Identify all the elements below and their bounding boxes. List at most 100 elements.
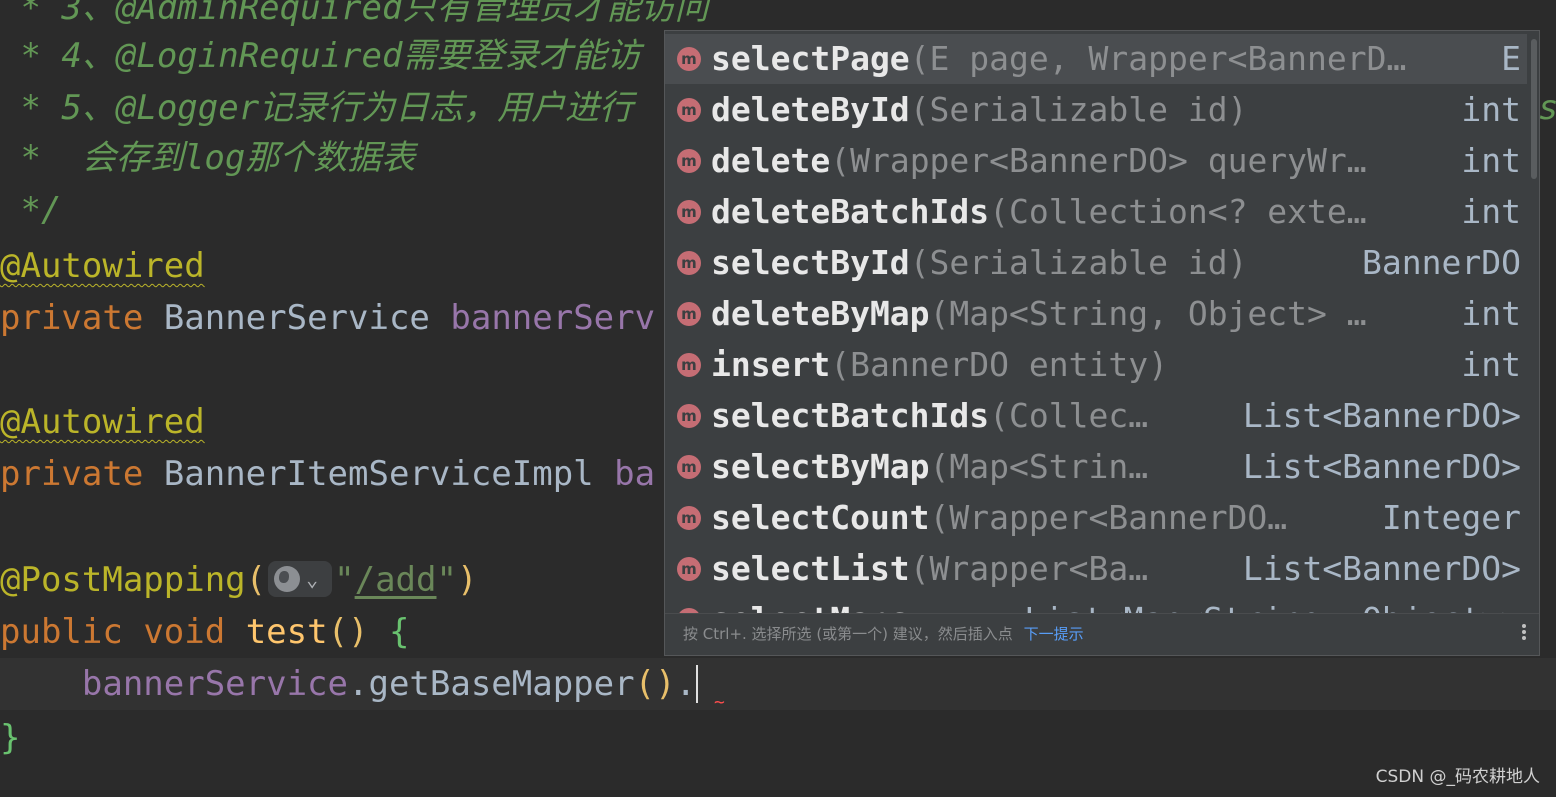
code-line-banner-item: private BannerItemServiceImpl ba bbox=[0, 448, 655, 500]
text-caret bbox=[696, 664, 699, 703]
completion-method-name: selectById bbox=[711, 243, 910, 282]
code-line-comment-3: * 3、@AdminRequired只有管理员才能访问 bbox=[0, 0, 708, 34]
completion-item[interactable]: m selectCount(Wrapper<BannerDO… Integer bbox=[665, 493, 1527, 543]
method-icon: m bbox=[677, 302, 701, 326]
completion-method-name: selectCount bbox=[711, 498, 930, 537]
method-icon: m bbox=[677, 47, 701, 71]
completion-scrollbar[interactable] bbox=[1531, 39, 1537, 179]
method-icon: m bbox=[677, 200, 701, 224]
completion-item[interactable]: m deleteBatchIds(Collection<? exte… int bbox=[665, 187, 1527, 237]
completion-signature: delete(Wrapper<BannerDO> queryWr… bbox=[711, 136, 1367, 186]
chevron-down-icon: ⌄ bbox=[306, 566, 319, 591]
completion-item[interactable]: m selectByMap(Map<Strin… List<BannerDO> bbox=[665, 442, 1527, 492]
completion-item[interactable]: m deleteByMap(Map<String, Object> … int bbox=[665, 289, 1527, 339]
annotation-postmapping[interactable]: @PostMapping bbox=[0, 560, 246, 600]
error-squiggle: ~ bbox=[714, 692, 725, 713]
type-name[interactable]: BannerService bbox=[164, 298, 430, 338]
code-line-call: bannerService.getBaseMapper(). bbox=[81, 664, 699, 704]
keyword-public: public bbox=[0, 612, 123, 652]
comment-text: s bbox=[1538, 88, 1556, 128]
completion-params: (Map<String, Object> … bbox=[929, 294, 1367, 333]
completion-signature: selectByMap(Map<Strin… bbox=[711, 442, 1148, 492]
watermark: CSDN @_码农耕地人 bbox=[1375, 767, 1540, 787]
completion-item[interactable]: m selectList(Wrapper<Ba… List<BannerDO> bbox=[665, 544, 1527, 594]
completion-signature: deleteBatchIds(Collection<? exte… bbox=[711, 187, 1367, 237]
completion-return-type: int bbox=[1461, 192, 1521, 231]
method-icon: m bbox=[677, 353, 701, 377]
completion-signature: insert(BannerDO entity) bbox=[711, 340, 1168, 390]
method-name[interactable]: test bbox=[246, 612, 328, 652]
completion-footer: 按 Ctrl+. 选择所选 (或第一个) 建议，然后插入点 下一提示 bbox=[665, 613, 1539, 655]
completion-item[interactable]: m delete(Wrapper<BannerDO> queryWr… int bbox=[665, 136, 1527, 186]
method-icon: m bbox=[677, 98, 701, 122]
code-line-comment-5: * 5、@Logger记录行为日志，用户进行 bbox=[0, 82, 633, 134]
completion-return-type: E bbox=[1495, 34, 1521, 84]
completion-method-name: selectPage bbox=[711, 39, 910, 78]
code-line-closing-brace: } bbox=[0, 712, 20, 764]
completion-item[interactable]: m selectPage(E page, Wrapper<BannerD… E bbox=[665, 34, 1527, 84]
type-name[interactable]: BannerItemServiceImpl bbox=[164, 454, 594, 494]
footer-hint: 按 Ctrl+. 选择所选 (或第一个) 建议，然后插入点 bbox=[683, 625, 1013, 643]
completion-params: (Wrapper<BannerDO> queryWr… bbox=[830, 141, 1367, 180]
completion-signature: deleteById(Serializable id) bbox=[711, 85, 1247, 135]
completion-params: (E page, Wrapper<BannerD… bbox=[909, 39, 1407, 78]
field-name[interactable]: bannerServ bbox=[450, 298, 655, 338]
completion-params: (BannerDO entity) bbox=[830, 345, 1168, 384]
completion-method-name: deleteByMap bbox=[711, 294, 930, 333]
keyword-private: private bbox=[0, 298, 144, 338]
completion-item[interactable]: m selectById(Serializable id) BannerDO bbox=[665, 238, 1527, 288]
completion-return-type: int bbox=[1461, 141, 1521, 180]
comment-text: * 5、@Logger记录行为日志，用户进行 bbox=[0, 88, 634, 128]
completion-method-name: insert bbox=[711, 345, 831, 384]
method-icon: m bbox=[677, 506, 701, 530]
call-receiver[interactable]: bannerService bbox=[82, 664, 348, 704]
next-tip-link[interactable]: 下一提示 bbox=[1024, 625, 1084, 643]
method-icon: m bbox=[677, 557, 701, 581]
completion-return-type: List<BannerDO> bbox=[1242, 549, 1521, 588]
code-line-method-decl: public void test() { bbox=[0, 612, 410, 652]
completion-return-type: BannerDO bbox=[1362, 243, 1521, 282]
field-name[interactable]: ba bbox=[614, 454, 655, 494]
completion-item[interactable]: m deleteById(Serializable id) int bbox=[665, 85, 1527, 135]
completion-method-name: selectList bbox=[711, 549, 910, 588]
completion-return-type: int bbox=[1461, 90, 1521, 129]
comment-text: */ bbox=[0, 190, 62, 230]
completion-method-name: deleteBatchIds bbox=[711, 192, 990, 231]
code-line-comment-4: * 4、@LoginRequired需要登录才能访 bbox=[0, 30, 640, 82]
completion-params: (Wrapper<BannerDO… bbox=[929, 498, 1288, 537]
completion-method-name: delete bbox=[711, 141, 831, 180]
call-method[interactable]: getBaseMapper bbox=[368, 664, 634, 704]
completion-params: (Serializable id) bbox=[909, 243, 1248, 282]
code-line-post-mapping: @PostMapping(⌄ "/add") bbox=[0, 560, 478, 600]
code-line-autowired-1: @Autowired bbox=[0, 240, 205, 292]
closing-brace: } bbox=[0, 718, 21, 758]
completion-return-type: int bbox=[1461, 345, 1521, 384]
comment-text: * 会存到log那个数据表 bbox=[0, 138, 416, 178]
completion-signature: deleteByMap(Map<String, Object> … bbox=[711, 289, 1367, 339]
comment-text: * 3、@AdminRequired只有管理员才能访问 bbox=[0, 0, 709, 28]
more-options-icon[interactable] bbox=[1521, 622, 1527, 646]
code-line-comment-end: */ bbox=[0, 184, 61, 236]
globe-icon bbox=[274, 565, 301, 592]
keyword-void: void bbox=[143, 612, 226, 652]
code-line-autowired-2: @Autowired bbox=[0, 396, 205, 448]
completion-signature: selectPage(E page, Wrapper<BannerD… bbox=[711, 34, 1406, 84]
code-line-comment-6: * 会存到log那个数据表 bbox=[0, 132, 415, 184]
code-completion-popup[interactable]: m selectPage(E page, Wrapper<BannerD… Em de… bbox=[664, 30, 1540, 656]
completion-params: (Collec… bbox=[989, 396, 1149, 435]
completion-return-type: int bbox=[1461, 294, 1521, 333]
completion-params: (Serializable id) bbox=[909, 90, 1248, 129]
method-icon: m bbox=[677, 455, 701, 479]
completion-params: (Collection<? exte… bbox=[989, 192, 1367, 231]
annotation-autowired[interactable]: @Autowired bbox=[0, 246, 205, 286]
completion-item[interactable]: m selectBatchIds(Collec… List<BannerDO> bbox=[665, 391, 1527, 441]
annotation-autowired[interactable]: @Autowired bbox=[0, 402, 205, 442]
completion-return-type: List<BannerDO> bbox=[1242, 447, 1521, 486]
endpoint-inlay-hint[interactable]: ⌄ bbox=[268, 560, 333, 597]
completion-return-type: Integer bbox=[1381, 498, 1521, 537]
keyword-private: private bbox=[0, 454, 144, 494]
completion-item[interactable]: m insert(BannerDO entity) int bbox=[665, 340, 1527, 390]
completion-params: (Wrapper<Ba… bbox=[909, 549, 1149, 588]
request-path-link[interactable]: /add bbox=[355, 560, 437, 600]
method-icon: m bbox=[677, 404, 701, 428]
